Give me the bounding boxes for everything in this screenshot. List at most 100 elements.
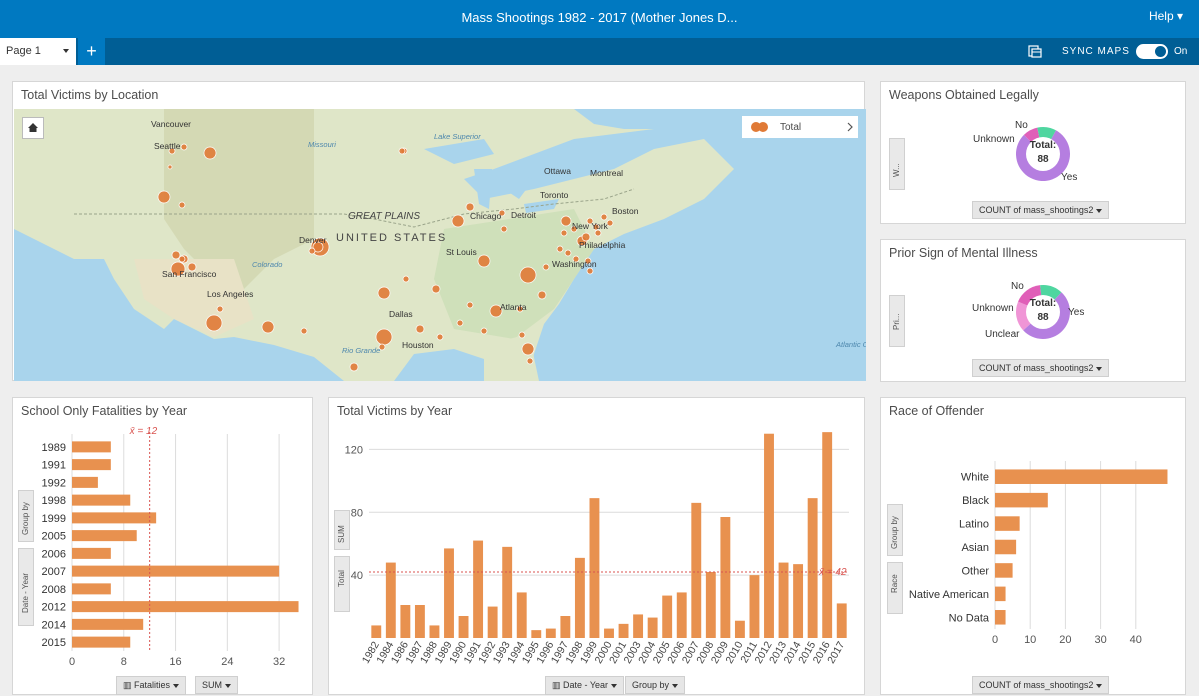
aggregation-button[interactable]: SUM: [195, 676, 238, 694]
count-field-button[interactable]: COUNT of mass_shootings2: [972, 359, 1110, 377]
map-point[interactable]: [477, 254, 491, 268]
bar[interactable]: [72, 441, 111, 453]
bar[interactable]: [72, 530, 137, 542]
map-point[interactable]: [526, 357, 534, 365]
bar[interactable]: [72, 583, 111, 595]
page-select[interactable]: Page 1: [0, 38, 76, 65]
bar[interactable]: [502, 546, 513, 638]
bar[interactable]: [734, 620, 745, 638]
map-point[interactable]: [180, 143, 188, 151]
bar[interactable]: [385, 562, 396, 638]
bar[interactable]: [676, 592, 687, 638]
bar[interactable]: [72, 494, 131, 506]
bar[interactable]: [72, 618, 144, 630]
date-year-button[interactable]: ▥ Date - Year: [545, 676, 625, 695]
bar[interactable]: [995, 492, 1048, 508]
bar[interactable]: [72, 565, 280, 577]
bar[interactable]: [72, 547, 111, 559]
bar[interactable]: [72, 636, 131, 648]
bar[interactable]: [662, 595, 673, 638]
map-point[interactable]: [415, 324, 425, 334]
map-point[interactable]: [518, 331, 526, 339]
bar[interactable]: [516, 592, 527, 638]
bar[interactable]: [72, 459, 111, 471]
map-point[interactable]: [157, 190, 171, 204]
bar[interactable]: [995, 586, 1006, 602]
map-point[interactable]: [349, 362, 359, 372]
bar[interactable]: [414, 605, 425, 638]
map-point[interactable]: [402, 275, 410, 283]
bar[interactable]: [72, 512, 157, 524]
bar[interactable]: [647, 617, 658, 638]
bar[interactable]: [604, 628, 614, 638]
map-point[interactable]: [521, 342, 535, 356]
sync-maps-toggle[interactable]: [1136, 44, 1168, 59]
map-point[interactable]: [300, 327, 308, 335]
bar[interactable]: [400, 605, 411, 638]
map-point[interactable]: [600, 213, 608, 221]
bar[interactable]: [531, 630, 542, 638]
map-point[interactable]: [466, 301, 474, 309]
map-point[interactable]: [216, 305, 224, 313]
bar[interactable]: [836, 603, 847, 638]
map-point[interactable]: [542, 263, 550, 271]
map-point[interactable]: [178, 255, 186, 263]
map-point[interactable]: [560, 229, 568, 237]
bar[interactable]: [72, 601, 299, 613]
map-point[interactable]: [308, 247, 316, 255]
map-point[interactable]: [465, 202, 475, 212]
bar[interactable]: [618, 623, 629, 638]
map-point[interactable]: [178, 201, 186, 209]
map-point[interactable]: [398, 147, 406, 155]
count-field-button[interactable]: COUNT of mass_shootings2: [972, 201, 1110, 219]
map-point[interactable]: [556, 245, 564, 253]
bar[interactable]: [778, 562, 789, 638]
bar[interactable]: [793, 564, 804, 638]
map-point[interactable]: [205, 314, 223, 332]
map-point[interactable]: [203, 146, 217, 160]
map-point[interactable]: [519, 266, 537, 284]
bar[interactable]: [545, 628, 556, 638]
bar[interactable]: [371, 625, 382, 638]
map-point[interactable]: [500, 225, 508, 233]
bar[interactable]: [822, 432, 833, 638]
count-field-button[interactable]: COUNT of mass_shootings2: [972, 676, 1110, 694]
map-point[interactable]: [167, 164, 173, 170]
group-by-button[interactable]: Group by: [625, 676, 686, 694]
bar[interactable]: [995, 539, 1017, 555]
data-table-icon[interactable]: [1028, 44, 1042, 58]
bar[interactable]: [807, 498, 818, 638]
fatalities-field-button[interactable]: ▥ Fatalities: [116, 676, 187, 695]
bar[interactable]: [473, 540, 484, 638]
map-legend[interactable]: Total: [742, 116, 858, 138]
map-point[interactable]: [456, 319, 464, 327]
map-point[interactable]: [377, 286, 391, 300]
bar[interactable]: [995, 563, 1013, 578]
map-point[interactable]: [564, 249, 572, 257]
bar[interactable]: [487, 606, 498, 638]
map-point[interactable]: [436, 333, 444, 341]
bar[interactable]: [995, 610, 1006, 625]
bar[interactable]: [720, 517, 731, 638]
bar[interactable]: [995, 469, 1168, 484]
bar[interactable]: [574, 557, 585, 638]
bar[interactable]: [429, 625, 440, 638]
bar[interactable]: [444, 548, 454, 638]
bar[interactable]: [995, 516, 1020, 531]
bar[interactable]: [633, 614, 644, 638]
map-point[interactable]: [537, 290, 547, 300]
map-point[interactable]: [560, 215, 572, 227]
add-page-button[interactable]: +: [78, 38, 105, 65]
bar[interactable]: [705, 572, 716, 638]
map-point[interactable]: [431, 284, 441, 294]
map-point[interactable]: [480, 327, 488, 335]
map-point[interactable]: [261, 320, 275, 334]
bar[interactable]: [458, 616, 469, 638]
bar[interactable]: [589, 498, 600, 638]
map-point[interactable]: [375, 328, 393, 346]
map-view[interactable]: Vancouver Seattle San Francisco Los Ange…: [14, 109, 866, 381]
bar[interactable]: [749, 575, 760, 638]
map-point[interactable]: [171, 250, 181, 260]
bar[interactable]: [691, 502, 702, 638]
bar[interactable]: [560, 616, 571, 638]
